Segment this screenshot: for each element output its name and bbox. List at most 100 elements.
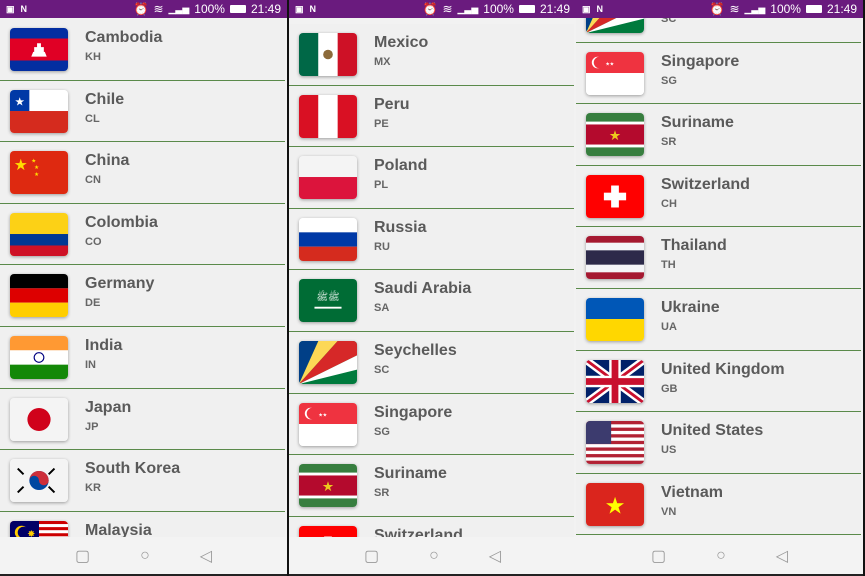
country-code: SR: [374, 487, 390, 500]
battery-percent: 100%: [770, 2, 801, 16]
country-code: PE: [374, 117, 389, 130]
flag-us-icon: [586, 421, 644, 465]
flag-sa-icon: ﷺﷺ: [299, 279, 357, 323]
battery-percent: 100%: [483, 2, 514, 16]
country-name: China: [85, 152, 130, 170]
country-item[interactable]: ★ Chile CL: [0, 80, 285, 143]
country-name: Peru: [374, 95, 410, 113]
country-list[interactable]: Mexico MX Peru PE Poland PL Russia RU ﷺﷺ Saudi Ar…: [289, 24, 574, 574]
country-item[interactable]: India IN: [0, 326, 285, 389]
flag-gb-icon: [586, 359, 644, 403]
flag-th-icon: [586, 236, 644, 280]
country-name: Chile: [85, 90, 125, 108]
country-item[interactable]: United States US: [576, 412, 861, 474]
flag-ua-icon: [586, 297, 644, 341]
country-item[interactable]: ★★ Singapore SG: [576, 42, 861, 105]
flag-sc-icon: [299, 340, 357, 384]
country-item[interactable]: ★ ★ ★ ★ China CN: [0, 142, 285, 204]
svg-text:★: ★: [14, 157, 28, 174]
recents-square-icon[interactable]: ▢: [75, 546, 90, 566]
svg-text:★: ★: [34, 171, 39, 178]
country-item[interactable]: ★ Suriname SR: [289, 455, 574, 517]
country-name: Singapore: [661, 52, 740, 70]
country-item[interactable]: Cambodia KH: [0, 19, 285, 81]
n-icon: N: [20, 3, 28, 14]
country-code: VN: [661, 505, 677, 518]
country-code: GB: [661, 382, 678, 395]
country-name: Colombia: [85, 213, 158, 231]
phone-screen: ▣ N ⏰ ≋ ▁▃▅ 100% 21:49 Mexico MX Peru PE Poland PL Ru…: [289, 0, 576, 576]
flag-de-icon: [10, 274, 68, 318]
svg-text:★★: ★★: [318, 412, 327, 418]
country-code: SR: [661, 136, 677, 149]
phone-screen: ▣ N ⏰ ≋ ▁▃▅ 100% 21:49 Cambodia KH ★ Chile CL ★ ★ ★ ★ Ch…: [0, 0, 287, 576]
svg-text:★: ★: [605, 492, 626, 518]
flag-ch-icon: [586, 174, 644, 218]
home-circle-icon[interactable]: ○: [140, 547, 150, 565]
back-triangle-icon[interactable]: ◁: [200, 546, 212, 566]
country-item[interactable]: Poland PL: [289, 147, 574, 209]
battery-icon: [229, 5, 246, 13]
status-bar: ▣ N ⏰ ≋ ▁▃▅ 100% 21:49: [289, 0, 576, 18]
svg-text:★: ★: [14, 96, 24, 108]
recents-square-icon[interactable]: ▢: [364, 546, 379, 566]
country-name: Singapore: [374, 403, 453, 421]
country-item[interactable]: Peru PE: [289, 85, 574, 148]
flag-mx-icon: [299, 33, 357, 76]
country-item[interactable]: Colombia CO: [0, 203, 285, 266]
country-item[interactable]: Thailand TH: [576, 227, 861, 289]
phone-screen: ▣N⏰≋▁▃▅100%21:49SeychellesSC★★SingaporeS…: [576, 0, 863, 576]
flag-sr-icon: ★: [586, 113, 644, 157]
country-name: Poland: [374, 157, 428, 175]
country-item[interactable]: South Korea KR: [0, 450, 285, 512]
country-name: Cambodia: [85, 29, 163, 46]
flag-sr-icon: ★: [299, 464, 357, 508]
country-item[interactable]: ★★ Singapore SG: [289, 393, 574, 456]
back-triangle-icon[interactable]: ◁: [776, 546, 788, 566]
battery-icon: [805, 5, 822, 13]
flag-ru-icon: [299, 217, 357, 261]
flag-co-icon: [10, 212, 68, 256]
country-item[interactable]: Mexico MX: [289, 24, 574, 86]
country-name: Vietnam: [661, 483, 723, 501]
alarm-icon: ⏰: [422, 2, 438, 16]
svg-text:★: ★: [609, 128, 621, 143]
back-triangle-icon[interactable]: ◁: [489, 546, 501, 566]
wifi-icon: ≋: [442, 2, 453, 16]
country-item[interactable]: Germany DE: [0, 265, 285, 327]
country-item[interactable]: Ukraine UA: [576, 288, 861, 351]
n-icon: N: [596, 3, 604, 14]
n-icon: N: [309, 3, 317, 14]
clock: 21:49: [826, 2, 857, 16]
image-icon: ▣: [6, 3, 15, 14]
flag-kh-icon: [10, 28, 68, 71]
country-item[interactable]: Russia RU: [289, 208, 574, 271]
flag-jp-icon: [10, 397, 68, 441]
country-item[interactable]: Japan JP: [0, 388, 285, 451]
signal-icon: ▁▃▅: [457, 3, 479, 14]
country-list[interactable]: Cambodia KH ★ Chile CL ★ ★ ★ ★ China CN Colombia CO G…: [0, 19, 285, 574]
country-item[interactable]: ﷺﷺ Saudi Arabia SA: [289, 270, 574, 332]
flag-pl-icon: [299, 156, 357, 200]
home-circle-icon[interactable]: ○: [716, 547, 726, 565]
country-code: SC: [374, 363, 390, 376]
country-name: United Kingdom: [661, 360, 785, 378]
country-code: SG: [661, 74, 677, 87]
flag-cn-icon: ★ ★ ★ ★: [10, 151, 68, 195]
recents-square-icon[interactable]: ▢: [651, 546, 666, 566]
country-item[interactable]: Seychelles SC: [289, 331, 574, 394]
battery-percent: 100%: [194, 2, 225, 16]
country-list[interactable]: SeychellesSC★★SingaporeSG★SurinameSRSwit…: [576, 0, 861, 536]
country-item[interactable]: United Kingdom GB: [576, 350, 861, 413]
flag-pe-icon: [299, 94, 357, 138]
country-code: SG: [374, 425, 390, 438]
country-code: IN: [85, 358, 96, 371]
home-circle-icon[interactable]: ○: [429, 547, 439, 565]
country-code: JP: [85, 420, 99, 433]
country-name: Germany: [85, 275, 155, 293]
country-item[interactable]: ★ Vietnam VN: [576, 473, 861, 536]
country-item[interactable]: ★ Suriname SR: [576, 104, 861, 166]
wifi-icon: ≋: [153, 2, 164, 16]
country-item[interactable]: Switzerland CH: [576, 165, 861, 228]
country-name: Mexico: [374, 34, 429, 51]
